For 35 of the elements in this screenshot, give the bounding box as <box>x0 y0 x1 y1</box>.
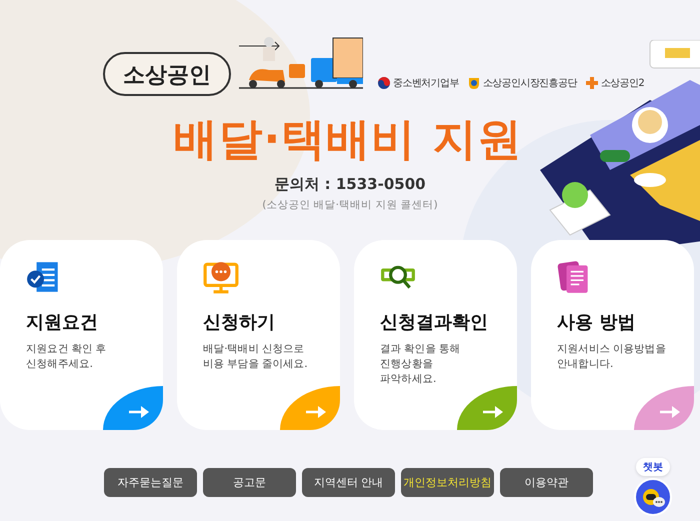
card-description: 결과 확인을 통해 진행상황을 파악하세요. <box>380 342 460 387</box>
card-title: 신청결과확인 <box>380 311 489 334</box>
footer-link[interactable]: 지역센터 안내 <box>302 468 395 497</box>
footer-link[interactable]: 이용약관 <box>500 468 593 497</box>
chatbot-label: 챗봇 <box>636 458 670 476</box>
card-title: 지원요건 <box>26 311 99 334</box>
service-card[interactable]: 신청하기 배달·택배비 신청으로 비용 부담을 줄이세요. <box>177 240 340 430</box>
service-card[interactable]: 사용 방법 지원서비스 이용방법을 안내합니다. <box>531 240 694 430</box>
agency-name: 중소벤처기업부 <box>393 77 459 90</box>
footer-link[interactable]: 공고문 <box>203 468 296 497</box>
arrow-icon <box>660 406 680 418</box>
card-description: 지원서비스 이용방법을 안내합니다. <box>557 342 666 372</box>
monitor-chat-icon <box>203 260 239 294</box>
agency-name: 소상공인시장진흥공단 <box>482 77 577 90</box>
plus-icon <box>584 76 599 90</box>
shield-icon <box>466 76 481 90</box>
service-card[interactable]: 신청결과확인 결과 확인을 통해 진행상황을 파악하세요. <box>354 240 517 430</box>
taegeuk-icon <box>377 76 391 90</box>
badge-label: 소상공인 <box>103 52 231 96</box>
service-card[interactable]: 지원요건 지원요건 확인 후 신청해주세요. <box>0 240 163 430</box>
arrow-icon <box>129 406 149 418</box>
robot-icon <box>641 486 665 508</box>
card-description: 지원요건 확인 후 신청해주세요. <box>26 342 106 372</box>
agency-name: 소상공인2 <box>600 77 644 90</box>
chatbot-button[interactable] <box>634 478 672 516</box>
arrow-icon <box>306 406 326 418</box>
card-description: 배달·택배비 신청으로 비용 부담을 줄이세요. <box>203 342 308 372</box>
card-title: 사용 방법 <box>557 311 636 334</box>
card-title: 신청하기 <box>203 311 276 334</box>
arrow-icon <box>483 406 503 418</box>
page-title: 배달·택배비 지원 <box>172 113 524 167</box>
footer-link[interactable]: 개인정보처리방침 <box>401 468 494 497</box>
call-center-note: (소상공인 배달·택배비 지원 콜센터) <box>261 198 439 212</box>
contact-number: 문의처 : 1533-0500 <box>273 175 427 194</box>
footer-link[interactable]: 자주묻는질문 <box>104 468 197 497</box>
